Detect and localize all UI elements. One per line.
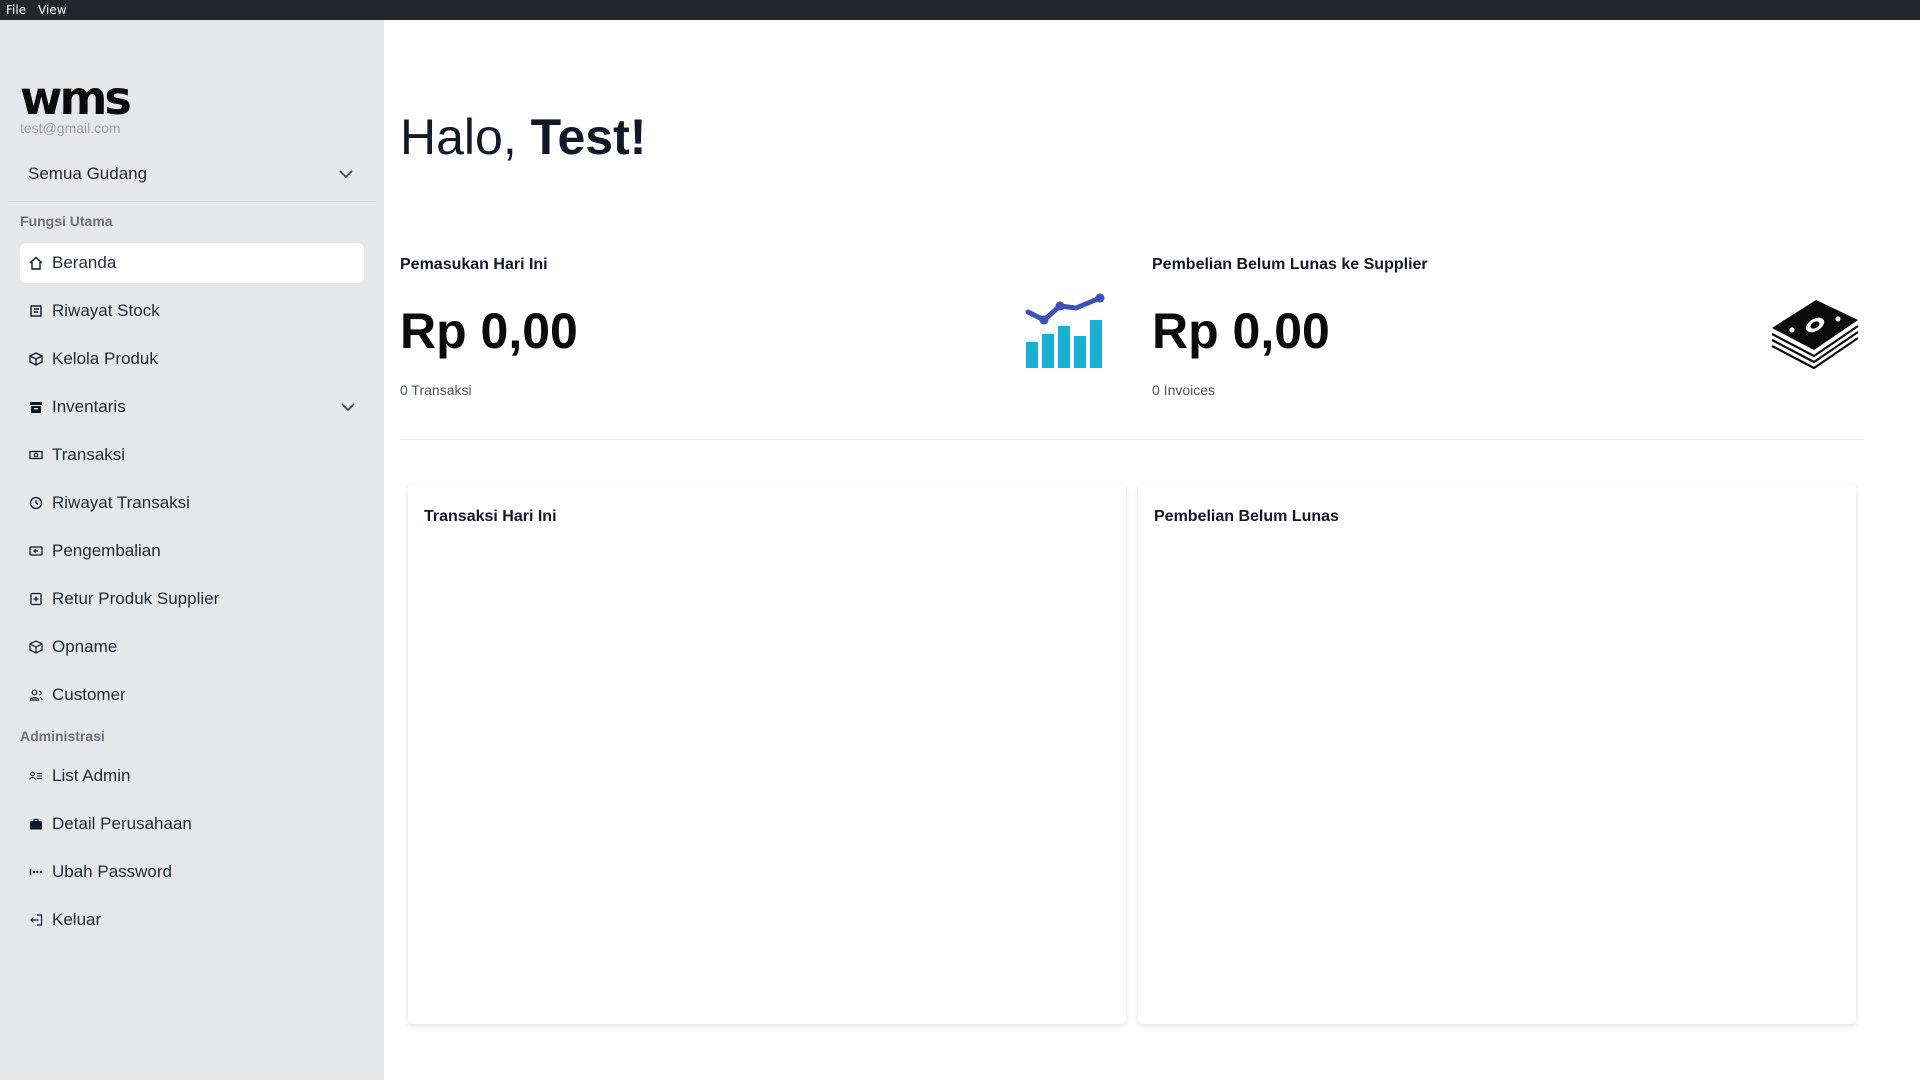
unpaid-purchases-card: Pembelian Belum Lunas xyxy=(1138,484,1856,1024)
briefcase-icon xyxy=(28,816,44,832)
sidebar-item-label: Riwayat Transaksi xyxy=(52,493,190,512)
users-icon xyxy=(28,687,44,703)
logout-icon xyxy=(28,912,44,928)
unpaid-supplier-value: Rp 0,00 xyxy=(1152,303,1330,359)
sidebar-item-transaksi[interactable]: Transaksi xyxy=(20,435,364,475)
sidebar-item-retur-produk-supplier[interactable]: Retur Produk Supplier xyxy=(20,579,364,619)
cash-stack-icon xyxy=(1771,300,1859,370)
menu-view[interactable]: View xyxy=(38,3,66,17)
income-today-label: Pemasukan Hari Ini xyxy=(400,256,548,273)
sidebar-item-label: Retur Produk Supplier xyxy=(52,589,220,608)
section-title-admin: Administrasi xyxy=(20,728,105,744)
warehouse-select-value: Semua Gudang xyxy=(28,164,148,183)
sidebar-divider xyxy=(8,201,376,202)
sidebar-item-label: Beranda xyxy=(52,253,117,272)
chevron-down-icon xyxy=(341,403,355,412)
sidebar-item-label: Detail Perusahaan xyxy=(52,814,192,833)
menu-file[interactable]: File xyxy=(6,3,26,17)
sidebar-item-kelola-produk[interactable]: Kelola Produk xyxy=(20,339,364,379)
supplier-return-icon xyxy=(28,591,44,607)
admin-list-icon xyxy=(28,768,44,784)
home-icon xyxy=(28,255,44,271)
svg-text:wms: wms xyxy=(20,72,130,125)
box-icon xyxy=(28,351,44,367)
sidebar-item-label: List Admin xyxy=(52,766,131,785)
sidebar-item-label: Keluar xyxy=(52,910,102,929)
sidebar-item-beranda[interactable]: Beranda xyxy=(20,243,364,283)
cube-icon xyxy=(28,639,44,655)
sidebar-item-inventaris[interactable]: Inventaris xyxy=(20,387,364,427)
transactions-today-title: Transaksi Hari Ini xyxy=(424,508,557,525)
password-icon xyxy=(28,864,44,880)
menubar: File View xyxy=(0,0,1920,20)
sidebar-item-pengembalian[interactable]: Pengembalian xyxy=(20,531,364,571)
sidebar-item-label: Kelola Produk xyxy=(52,349,158,368)
section-title-main: Fungsi Utama xyxy=(20,213,113,229)
content-divider xyxy=(400,439,1864,440)
sidebar-item-label: Opname xyxy=(52,637,118,656)
sidebar-item-label: Ubah Password xyxy=(52,862,173,881)
sidebar-item-label: Transaksi xyxy=(52,445,126,464)
income-today-value: Rp 0,00 xyxy=(400,303,578,359)
sidebar-item-riwayat-stock[interactable]: Riwayat Stock xyxy=(20,291,364,331)
unpaid-purchases-title: Pembelian Belum Lunas xyxy=(1154,508,1339,525)
greeting-name: Test! xyxy=(530,109,647,165)
stock-history-icon xyxy=(28,303,44,319)
sidebar-item-label: Inventaris xyxy=(52,397,126,416)
transactions-today-card: Transaksi Hari Ini xyxy=(408,484,1126,1024)
chevron-down-icon xyxy=(339,170,353,179)
sidebar-item-customer[interactable]: Customer xyxy=(20,675,364,715)
sidebar: wms test@gmail.com Semua Gudang Fungsi U… xyxy=(0,20,384,1080)
sidebar-item-opname[interactable]: Opname xyxy=(20,627,364,667)
sidebar-item-label: Riwayat Stock xyxy=(52,301,160,320)
return-icon xyxy=(28,543,44,559)
history-icon xyxy=(28,495,44,511)
unpaid-supplier-invoices: 0 Invoices xyxy=(1152,382,1216,398)
sidebar-item-label: Pengembalian xyxy=(52,541,161,560)
sidebar-item-riwayat-transaksi[interactable]: Riwayat Transaksi xyxy=(20,483,364,523)
sidebar-item-ubah-password[interactable]: Ubah Password xyxy=(20,852,364,892)
income-today-transactions: 0 Transaksi xyxy=(400,382,472,398)
sidebar-item-keluar[interactable]: Keluar xyxy=(20,900,364,940)
user-email: test@gmail.com xyxy=(20,120,121,136)
warehouse-select[interactable]: Semua Gudang xyxy=(20,152,362,196)
archive-icon xyxy=(28,399,44,415)
greeting: Halo, Test! xyxy=(400,108,646,166)
chart-growth-icon xyxy=(1025,293,1105,368)
money-icon xyxy=(28,447,44,463)
greeting-prefix: Halo, xyxy=(400,109,531,165)
sidebar-item-detail-perusahaan[interactable]: Detail Perusahaan xyxy=(20,804,364,844)
unpaid-supplier-label: Pembelian Belum Lunas ke Supplier xyxy=(1152,256,1428,273)
sidebar-item-list-admin[interactable]: List Admin xyxy=(20,756,364,796)
sidebar-item-label: Customer xyxy=(52,685,126,704)
